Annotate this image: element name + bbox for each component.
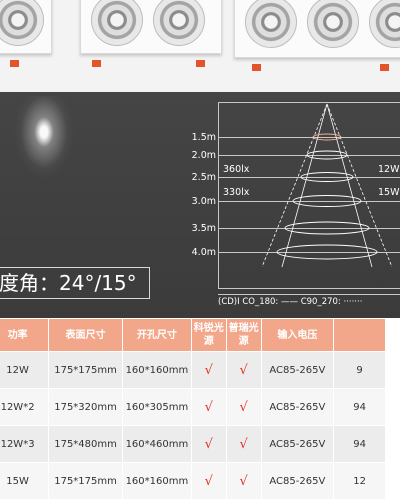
distance-label: 2.0m: [191, 150, 216, 161]
light-distribution-banner: 1.5m 2.0m 2.5m 3.0m 3.5m 4.0m 360lx 330l…: [0, 92, 400, 318]
mounting-clip: [92, 60, 101, 67]
power-cell: 12W: [0, 351, 50, 389]
cutout-size-cell: 160*160mm: [121, 351, 192, 389]
check-mark: √: [190, 425, 227, 463]
chart-legend: (CD)I CO_180: —— C90_270: ·······: [218, 294, 400, 307]
lux-label: 330lx: [223, 187, 250, 198]
header-power: 功率: [0, 318, 50, 352]
table-row: 12W*2 175*320mm 160*305mm √ √ AC85-265V …: [0, 388, 386, 426]
check-mark: √: [225, 351, 262, 389]
header-cree-source: 科锐光源: [190, 318, 227, 352]
distance-label: 2.5m: [191, 172, 216, 183]
distance-label: 3.0m: [191, 196, 216, 207]
cutout-size-cell: 160*460mm: [121, 425, 192, 463]
voltage-cell: AC85-265V: [260, 425, 335, 463]
mounting-clip: [252, 64, 261, 71]
double-downlight-frame: [80, 0, 222, 54]
lamp-head: [91, 0, 143, 46]
table-row: 12W*3 175*480mm 160*460mm √ √ AC85-265V …: [0, 425, 386, 463]
surface-size-cell: 175*320mm: [48, 388, 123, 426]
single-downlight-frame: [0, 0, 52, 54]
mounting-clip: [10, 60, 19, 67]
distance-label: 1.5m: [191, 132, 216, 143]
cut-off-cell: 12: [333, 462, 386, 500]
voltage-cell: AC85-265V: [260, 388, 335, 426]
header-bridgelux-source: 普瑞光源: [225, 318, 262, 352]
table-row: 15W 175*175mm 160*160mm √ √ AC85-265V 12: [0, 462, 386, 500]
mounting-clip: [196, 60, 205, 67]
check-mark: √: [225, 462, 262, 500]
cut-off-cell: 9: [333, 351, 386, 389]
header-cut-off: [333, 318, 386, 352]
distance-label: 4.0m: [191, 247, 216, 258]
power-cell: 12W*3: [0, 425, 50, 463]
beam-cone-diagram: [262, 103, 392, 268]
table-row: 12W 175*175mm 160*160mm √ √ AC85-265V 9: [0, 351, 386, 389]
voltage-cell: AC85-265V: [260, 462, 335, 500]
power-cell: 12W*2: [0, 388, 50, 426]
surface-size-cell: 175*480mm: [48, 425, 123, 463]
check-mark: √: [190, 388, 227, 426]
power-cell: 15W: [0, 462, 50, 500]
product-photo-strip: [0, 0, 400, 92]
check-mark: √: [190, 462, 227, 500]
lamp-head: [153, 0, 205, 46]
table-header-row: 功率 表面尺寸 开孔尺寸 科锐光源 普瑞光源 输入电压: [0, 318, 386, 352]
light-spot-image: [4, 96, 84, 216]
beam-angle-label: 度角：24°/15°: [0, 267, 150, 299]
cut-off-cell: 94: [333, 425, 386, 463]
check-mark: √: [190, 351, 227, 389]
header-surface-size: 表面尺寸: [48, 318, 123, 352]
cutout-size-cell: 160*305mm: [121, 388, 192, 426]
surface-size-cell: 175*175mm: [48, 351, 123, 389]
lamp-head: [0, 0, 44, 46]
cutout-size-cell: 160*160mm: [121, 462, 192, 500]
lamp-head: [245, 0, 297, 48]
spec-table: 功率 表面尺寸 开孔尺寸 科锐光源 普瑞光源 输入电压 12W 175*175m…: [0, 318, 386, 500]
header-input-voltage: 输入电压: [260, 318, 335, 352]
lamp-head: [369, 0, 400, 48]
mounting-clip: [380, 64, 389, 71]
cut-off-cell: 94: [333, 388, 386, 426]
voltage-cell: AC85-265V: [260, 351, 335, 389]
check-mark: √: [225, 425, 262, 463]
triple-downlight-frame: [234, 0, 400, 58]
surface-size-cell: 175*175mm: [48, 462, 123, 500]
check-mark: √: [225, 388, 262, 426]
header-cutout-size: 开孔尺寸: [121, 318, 192, 352]
lux-label: 360lx: [223, 164, 250, 175]
lamp-head: [307, 0, 359, 48]
distance-label: 3.5m: [191, 223, 216, 234]
